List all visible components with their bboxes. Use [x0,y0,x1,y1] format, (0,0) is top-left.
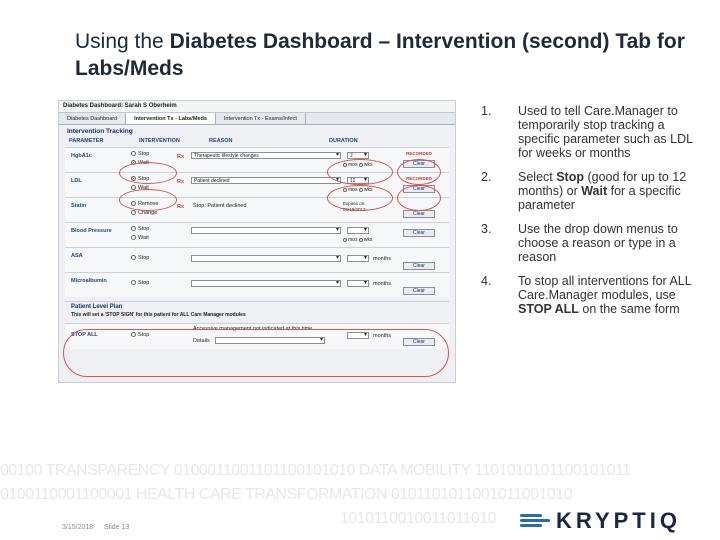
kryptiq-logo: KRYPTIQ [520,508,681,534]
col-intervention: INTERVENTION [139,138,180,144]
clear-button[interactable]: Clear [403,262,435,270]
stop-radio[interactable]: Stop [131,280,149,286]
rx-label: Rx [177,204,185,210]
reason-dropdown[interactable]: Patient declined [191,176,341,184]
annotation-circle [397,185,441,211]
tab-diabetes-dashboard[interactable]: Diabetes Dashboard [59,113,127,124]
duration-dropdown[interactable] [347,279,369,287]
footer-slide-number: Slide 13 [104,524,130,531]
clear-button[interactable]: Clear [403,287,435,295]
parameter-name: Statin [71,203,87,209]
slide-title: Using the Diabetes Dashboard – Intervent… [75,28,705,82]
logo-mark-icon [520,512,550,530]
binary-line-1: 00100 TRANSPARENCY 010001100110110010101… [0,462,631,479]
section-title: Intervention Tracking [67,128,133,135]
col-parameter: PARAMETER [69,138,104,144]
months-label: months [373,281,392,287]
tab-intervention-labs-meds[interactable]: Intervention Tx - Labs/Meds [126,113,216,124]
parameter-name: ASA [71,253,83,259]
tab-intervention-exams-infect[interactable]: Intervention Tx - Exams/Infect [216,113,306,124]
table-row: Blood Pressure Stop Wait mos wks Clear [65,222,449,247]
clear-button[interactable]: Clear [403,210,435,218]
reason-dropdown[interactable] [191,279,341,287]
stop-radio[interactable]: Stop [131,151,149,157]
list-item: 1. Used to tell Care.Manager to temporar… [481,104,693,160]
instruction-list: 1. Used to tell Care.Manager to temporar… [478,104,708,326]
wait-radio[interactable]: Wait [131,235,149,241]
col-reason: REASON [209,138,233,144]
dashboard-screenshot: Diabetes Dashboard: Sarah S Oberheim Dia… [58,100,456,383]
table-row: Microalbumin Stop months Clear [65,272,449,297]
duration-dropdown[interactable] [347,226,369,234]
stop-radio[interactable]: Stop [131,226,149,232]
binary-line-2: 0100110001100001 HEALTH CARE TRANSFORMAT… [0,486,573,503]
plan-title: Patient Level Plan [71,304,123,310]
table-row: ASA Stop months Clear [65,247,449,272]
annotation-circle [397,159,441,185]
duration-dropdown[interactable] [347,254,369,262]
list-item: 3. Use the drop down menus to choose a r… [481,222,678,264]
rx-label: Rx [177,179,185,185]
parameter-name: HgbA1c [71,153,92,159]
duration-dropdown[interactable]: 2 [347,151,369,159]
annotation-circle [327,159,393,185]
plan-note: This will set a 'STOP SIGN' for this pat… [71,312,246,318]
footer-date: 3/15/2018 [62,524,94,531]
statin-note: Stop: Patient declined [193,203,247,209]
rx-label: Rx [177,154,185,160]
reason-dropdown[interactable]: Therapeutic lifestyle changes [191,151,341,159]
reason-dropdown[interactable] [191,254,341,262]
annotation-circle [119,189,177,211]
logo-text: KRYPTIQ [556,508,681,533]
annotation-circle [327,185,393,211]
parameter-name: Microalbumin [71,278,107,284]
months-label: months [373,256,392,262]
reason-dropdown[interactable] [191,226,341,234]
tab-bar: Diabetes Dashboard Intervention Tx - Lab… [59,113,455,125]
annotation-circle [119,162,177,184]
duration-units[interactable]: mos wks [343,237,372,243]
slide: 00100 TRANSPARENCY 010001100110110010101… [0,0,720,540]
annotation-circle [63,329,449,377]
clear-button[interactable]: Clear [403,229,435,237]
window-title: Diabetes Dashboard: Sarah S Oberheim [59,101,455,113]
parameter-name: LDL [71,178,82,184]
column-headers: PARAMETER INTERVENTION REASON DURATION [59,138,455,147]
list-item: 2. Select Stop (good for up to 12 months… [481,170,687,212]
parameter-name: Blood Pressure [71,228,112,234]
col-duration: DURATION [329,138,358,144]
title-prefix: Using the [75,30,170,53]
stop-radio[interactable]: Stop [131,255,149,261]
list-item: 4. To stop all interventions for ALL Car… [481,274,692,316]
recorded-badge: RECORDED [406,151,432,156]
